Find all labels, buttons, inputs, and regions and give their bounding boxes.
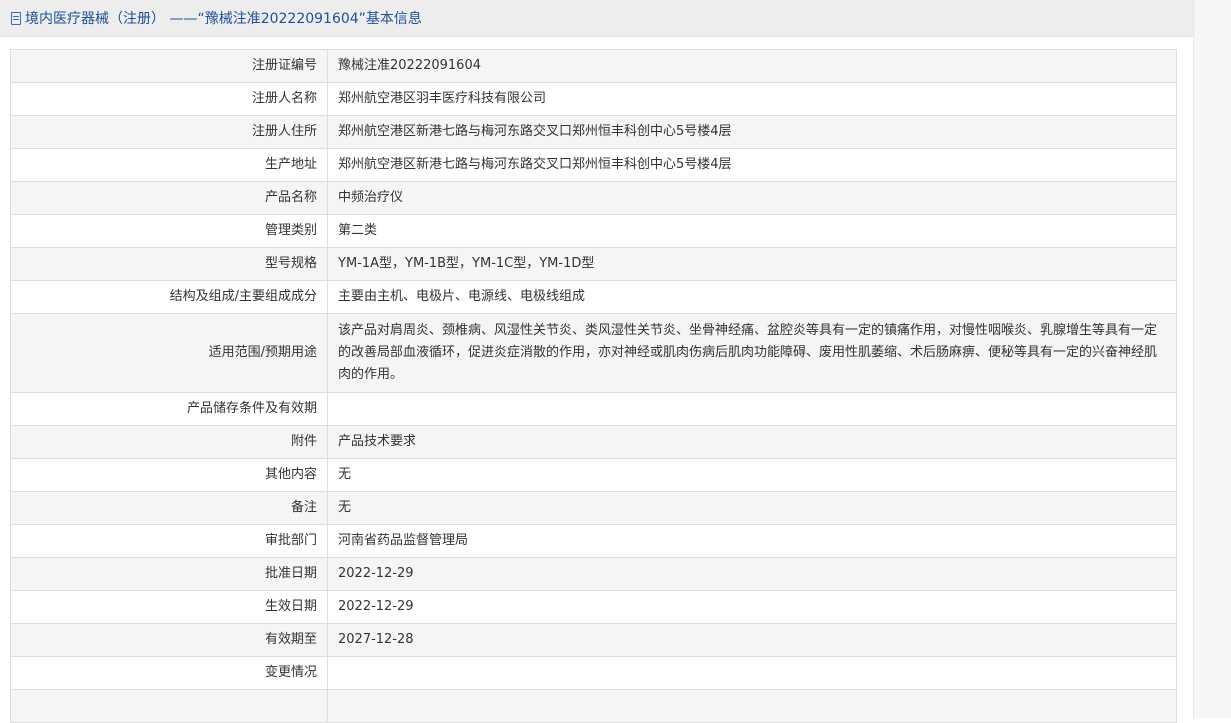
table-row: 生效日期 2022-12-29 bbox=[10, 590, 1177, 624]
table-row: 生产地址 郑州航空港区新港七路与梅河东路交叉口郑州恒丰科创中心5号楼4层 bbox=[10, 148, 1177, 182]
row-value: 河南省药品监督管理局 bbox=[327, 524, 1177, 558]
page-scroll-gutter bbox=[1193, 0, 1231, 718]
table-row: 备注 无 bbox=[10, 491, 1177, 525]
row-value: 产品技术要求 bbox=[327, 425, 1177, 459]
row-label: 生产地址 bbox=[10, 148, 328, 182]
row-value: 2022-12-29 bbox=[327, 557, 1177, 591]
table-row: 有效期至 2027-12-28 bbox=[10, 623, 1177, 657]
row-value bbox=[327, 656, 1177, 690]
row-label: 管理类别 bbox=[10, 214, 328, 248]
table-row: 其他内容 无 bbox=[10, 458, 1177, 492]
panel-header: 境内医疗器械（注册） ——“豫械注准20222091604”基本信息 bbox=[0, 0, 1193, 37]
row-label: 结构及组成/主要组成成分 bbox=[10, 280, 328, 314]
row-value: 2022-12-29 bbox=[327, 590, 1177, 624]
row-value: 无 bbox=[327, 491, 1177, 525]
row-value: 郑州航空港区新港七路与梅河东路交叉口郑州恒丰科创中心5号楼4层 bbox=[327, 115, 1177, 149]
row-label: 有效期至 bbox=[10, 623, 328, 657]
document-icon bbox=[11, 11, 21, 25]
table-row: 型号规格 YM-1A型，YM-1B型，YM-1C型，YM-1D型 bbox=[10, 247, 1177, 281]
table-row: 附件 产品技术要求 bbox=[10, 425, 1177, 459]
table-row: 产品储存条件及有效期 bbox=[10, 392, 1177, 426]
row-value: 郑州航空港区新港七路与梅河东路交叉口郑州恒丰科创中心5号楼4层 bbox=[327, 148, 1177, 182]
row-label: 适用范围/预期用途 bbox=[10, 313, 328, 393]
row-label: 型号规格 bbox=[10, 247, 328, 281]
table-row: 注册证编号 豫械注准20222091604 bbox=[10, 49, 1177, 83]
row-label: 注册人名称 bbox=[10, 82, 328, 116]
row-value: 第二类 bbox=[327, 214, 1177, 248]
table-row: 批准日期 2022-12-29 bbox=[10, 557, 1177, 591]
row-value: 该产品对肩周炎、颈椎病、风湿性关节炎、类风湿性关节炎、坐骨神经痛、盆腔炎等具有一… bbox=[327, 313, 1177, 393]
row-label: 批准日期 bbox=[10, 557, 328, 591]
info-table-container: 注册证编号 豫械注准20222091604 注册人名称 郑州航空港区羽丰医疗科技… bbox=[10, 49, 1177, 723]
table-row: 产品名称 中频治疗仪 bbox=[10, 181, 1177, 215]
info-table: 注册证编号 豫械注准20222091604 注册人名称 郑州航空港区羽丰医疗科技… bbox=[10, 49, 1177, 723]
row-value: 主要由主机、电极片、电源线、电极线组成 bbox=[327, 280, 1177, 314]
row-label: 注册证编号 bbox=[10, 49, 328, 83]
row-value: 中频治疗仪 bbox=[327, 181, 1177, 215]
detail-panel: 境内医疗器械（注册） ——“豫械注准20222091604”基本信息 注册证编号… bbox=[0, 0, 1193, 723]
table-row: 注册人名称 郑州航空港区羽丰医疗科技有限公司 bbox=[10, 82, 1177, 116]
row-label: 生效日期 bbox=[10, 590, 328, 624]
row-label: 其他内容 bbox=[10, 458, 328, 492]
table-row: 管理类别 第二类 bbox=[10, 214, 1177, 248]
row-label: 产品名称 bbox=[10, 181, 328, 215]
row-value bbox=[327, 392, 1177, 426]
row-value: 郑州航空港区羽丰医疗科技有限公司 bbox=[327, 82, 1177, 116]
page-title: 境内医疗器械（注册） ——“豫械注准20222091604”基本信息 bbox=[25, 11, 422, 27]
row-value: 2027-12-28 bbox=[327, 623, 1177, 657]
row-value: 豫械注准20222091604 bbox=[327, 49, 1177, 83]
row-label: 注册人住所 bbox=[10, 115, 328, 149]
row-label: 审批部门 bbox=[10, 524, 328, 558]
table-row: 审批部门 河南省药品监督管理局 bbox=[10, 524, 1177, 558]
table-row: 适用范围/预期用途 该产品对肩周炎、颈椎病、风湿性关节炎、类风湿性关节炎、坐骨神… bbox=[10, 313, 1177, 393]
table-row: 结构及组成/主要组成成分 主要由主机、电极片、电源线、电极线组成 bbox=[10, 280, 1177, 314]
row-label: 产品储存条件及有效期 bbox=[10, 392, 328, 426]
row-value: YM-1A型，YM-1B型，YM-1C型，YM-1D型 bbox=[327, 247, 1177, 281]
table-row: 变更情况 bbox=[10, 656, 1177, 690]
row-value: 无 bbox=[327, 458, 1177, 492]
row-label: 变更情况 bbox=[10, 656, 328, 690]
table-row: 注册人住所 郑州航空港区新港七路与梅河东路交叉口郑州恒丰科创中心5号楼4层 bbox=[10, 115, 1177, 149]
row-label: 附件 bbox=[10, 425, 328, 459]
row-label: 备注 bbox=[10, 491, 328, 525]
